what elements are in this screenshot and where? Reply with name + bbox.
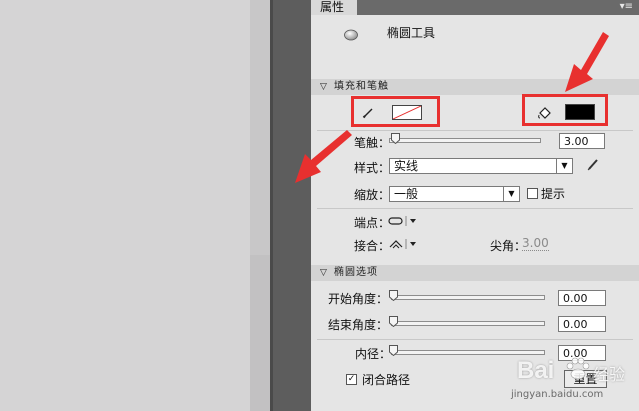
annotation-arrows xyxy=(295,32,609,183)
annotation-arrow xyxy=(295,130,352,183)
annotation-arrow xyxy=(565,32,609,92)
